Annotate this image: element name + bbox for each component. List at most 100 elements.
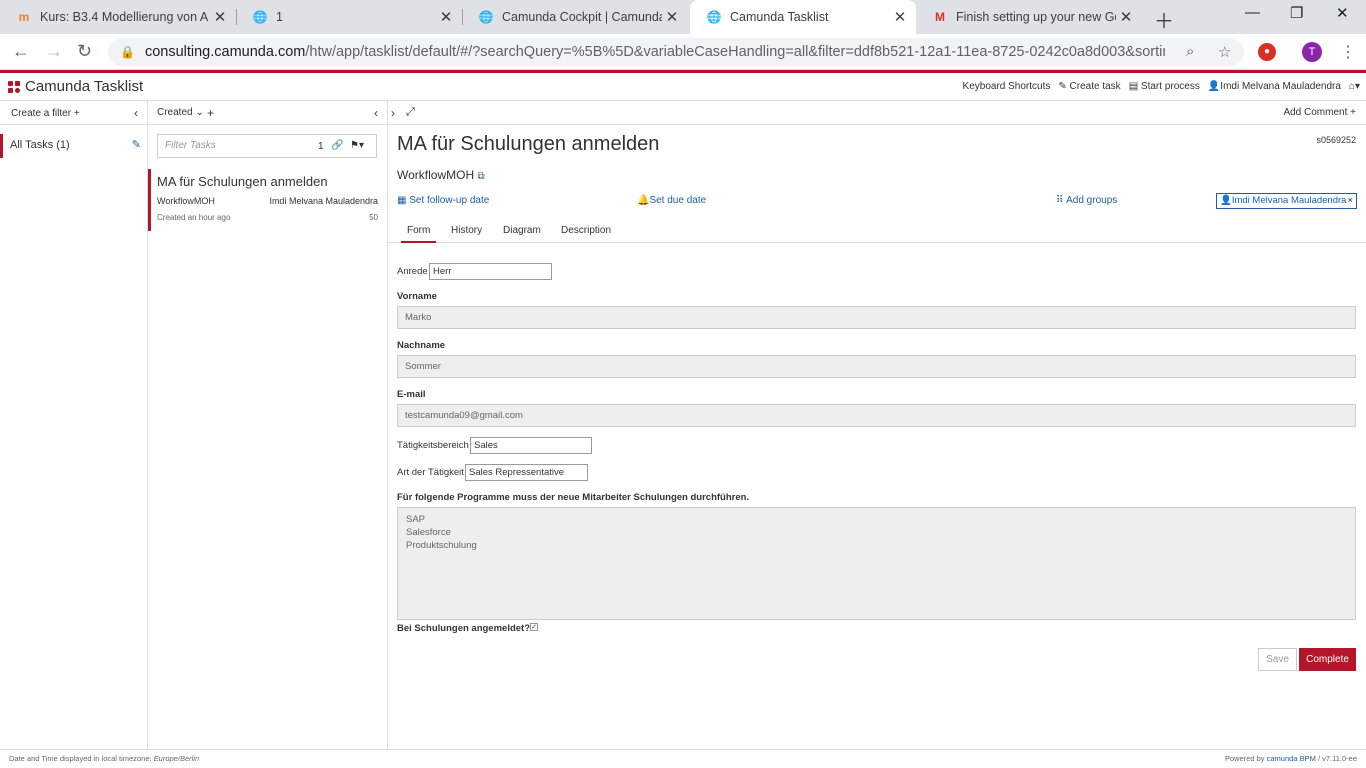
edit-pencil-icon[interactable]: ✎ bbox=[132, 134, 141, 156]
task-name: MA für Schulungen anmelden bbox=[157, 174, 328, 189]
task-list-item[interactable]: MA für Schulungen anmelden WorkflowMOH I… bbox=[148, 169, 386, 231]
assignee-badge[interactable]: 👤Imdi Melvana Mauladendra × bbox=[1216, 193, 1357, 209]
browser-tab-cockpit[interactable]: 🌐 Camunda Cockpit | Camunda C ✕ bbox=[462, 0, 688, 34]
close-icon[interactable]: ✕ bbox=[890, 8, 910, 26]
filter-tasks-input[interactable]: Filter Tasks 1 🔗 ⚑▾ bbox=[157, 134, 377, 158]
task-assignee: Imdi Melvana Mauladendra bbox=[269, 196, 378, 206]
version-text: / v7.11.0-ee bbox=[1317, 754, 1357, 763]
extension-icon[interactable]: ● bbox=[1258, 43, 1276, 61]
complete-button[interactable]: Complete bbox=[1299, 648, 1356, 671]
close-icon[interactable]: ✕ bbox=[1116, 8, 1136, 26]
browser-tab-moodle[interactable]: m Kurs: B3.4 Modellierung von A ✕ bbox=[0, 0, 236, 34]
anrede-label: Anrede bbox=[397, 266, 428, 277]
sort-dropdown[interactable]: Created ⌄ bbox=[157, 107, 204, 118]
start-process-link[interactable]: ▤ Start process bbox=[1129, 81, 1200, 92]
filter-item-all-tasks[interactable]: All Tasks (1) ✎ bbox=[0, 134, 147, 158]
filter-options-icon[interactable]: ⚑▾ bbox=[350, 140, 364, 151]
tab-title: Kurs: B3.4 Modellierung von A bbox=[40, 10, 209, 24]
back-icon[interactable]: ← bbox=[12, 41, 30, 62]
create-task-link[interactable]: ✎ Create task bbox=[1058, 81, 1120, 92]
filters-panel: Create a filter + ‹ All Tasks (1) ✎ bbox=[0, 101, 148, 749]
globe-icon: 🌐 bbox=[706, 10, 722, 24]
start-process-label: Start process bbox=[1140, 81, 1200, 92]
add-groups-button[interactable]: ⠿ Add groups bbox=[1056, 195, 1117, 206]
filters-header: Create a filter + ‹ bbox=[0, 101, 147, 125]
profile-avatar[interactable]: T bbox=[1302, 42, 1322, 62]
task-process: WorkflowMOH bbox=[157, 196, 215, 206]
link-icon[interactable]: 🔗 bbox=[331, 140, 343, 151]
browser-tab-1[interactable]: 🌐 1 ✕ bbox=[236, 0, 462, 34]
collapse-left-icon[interactable]: ‹ bbox=[134, 106, 138, 120]
list-icon: ▤ bbox=[1128, 81, 1141, 92]
tab-history[interactable]: History bbox=[451, 225, 482, 236]
url-bar[interactable]: 🔒 consulting.camunda.com/htw/app/tasklis… bbox=[108, 38, 1244, 66]
create-filter-link[interactable]: Create a filter + bbox=[11, 108, 80, 119]
art-label: Art der Tätigkeit bbox=[397, 467, 464, 478]
browser-tab-tasklist[interactable]: 🌐 Camunda Tasklist ✕ bbox=[690, 0, 916, 34]
set-due-date-button[interactable]: 🔔Set due date bbox=[637, 195, 706, 206]
user-name: Imdi Melvana Mauladendra bbox=[1220, 81, 1341, 92]
timezone-note: Date and Time displayed in local timezon… bbox=[9, 754, 199, 763]
paperclip-icon: ✎ bbox=[1058, 81, 1070, 92]
email-label: E-mail bbox=[397, 389, 426, 400]
program-line: Salesforce bbox=[406, 527, 451, 538]
browser-tab-gmail[interactable]: M Finish setting up your new Goo ✕ bbox=[916, 0, 1142, 34]
reload-icon[interactable]: ↻ bbox=[77, 41, 92, 62]
anrede-input[interactable]: Herr bbox=[429, 263, 552, 280]
nachname-field[interactable]: Sommer bbox=[397, 355, 1356, 378]
art-input[interactable]: Sales Repressentative bbox=[465, 464, 588, 481]
expand-right-icon[interactable]: › bbox=[391, 106, 395, 120]
filter-label: All Tasks (1) bbox=[10, 139, 70, 151]
assignee-name: Imdi Melvana Mauladendra bbox=[1231, 195, 1347, 206]
process-name: WorkflowMOH bbox=[397, 168, 475, 182]
process-link[interactable]: WorkflowMOH ⧉ bbox=[397, 168, 485, 182]
collapse-left-icon[interactable]: ‹ bbox=[374, 106, 378, 120]
zoom-icon[interactable]: ⌕ bbox=[1186, 43, 1194, 60]
restore-icon[interactable]: ❐ bbox=[1290, 4, 1303, 22]
home-menu[interactable]: ⌂▾ bbox=[1349, 81, 1360, 92]
set-follow-up-button[interactable]: ▦ Set follow-up date bbox=[397, 195, 489, 206]
add-sorting-icon[interactable]: + bbox=[207, 106, 214, 120]
bereich-label: Tätigkeitsbereich bbox=[397, 440, 469, 451]
tab-diagram[interactable]: Diagram bbox=[503, 225, 541, 236]
task-priority: 50 bbox=[369, 213, 378, 222]
detail-tabs: Form History Diagram Description bbox=[388, 221, 1366, 243]
keyboard-shortcuts-link[interactable]: Keyboard Shortcuts bbox=[963, 81, 1051, 92]
tab-title: Camunda Cockpit | Camunda C bbox=[502, 10, 662, 24]
bell-icon: 🔔 bbox=[637, 195, 650, 206]
camunda-bpm-link[interactable]: camunda BPM bbox=[1267, 754, 1316, 763]
bereich-input[interactable]: Sales bbox=[470, 437, 592, 454]
powered-by: Powered by camunda BPM / v7.11.0-ee bbox=[1225, 754, 1357, 763]
user-menu[interactable]: 👤Imdi Melvana Mauladendra bbox=[1208, 81, 1341, 92]
vorname-field[interactable]: Marko bbox=[397, 306, 1356, 329]
due-date-label: Set due date bbox=[649, 195, 707, 206]
browser-tab-bar: m Kurs: B3.4 Modellierung von A ✕ 🌐 1 ✕ … bbox=[0, 0, 1366, 34]
app-title[interactable]: Camunda Tasklist bbox=[25, 78, 143, 95]
create-task-label: Create task bbox=[1069, 81, 1121, 92]
email-field[interactable]: testcamunda09@gmail.com bbox=[397, 404, 1356, 427]
add-comment-link[interactable]: Add Comment + bbox=[1283, 107, 1356, 118]
fullscreen-icon[interactable]: ⤢ bbox=[406, 106, 415, 119]
globe-icon: 🌐 bbox=[478, 10, 494, 24]
close-icon[interactable]: ✕ bbox=[436, 8, 456, 26]
close-window-icon[interactable]: ✕ bbox=[1336, 4, 1349, 22]
minimize-icon[interactable]: — bbox=[1245, 4, 1260, 21]
bookmark-star-icon[interactable]: ☆ bbox=[1218, 43, 1231, 61]
gmail-icon: M bbox=[935, 10, 945, 24]
camunda-logo-icon bbox=[8, 81, 21, 94]
schulungen-checkbox[interactable]: ✓ bbox=[530, 623, 538, 631]
new-tab-icon[interactable]: ＋ bbox=[1154, 5, 1174, 34]
forward-icon[interactable]: → bbox=[45, 41, 63, 62]
remove-assignee-icon[interactable]: × bbox=[1347, 195, 1353, 206]
close-icon[interactable]: ✕ bbox=[210, 8, 230, 26]
tab-description[interactable]: Description bbox=[561, 225, 611, 236]
save-button[interactable]: Save bbox=[1258, 648, 1297, 671]
calendar-icon: ▦ bbox=[397, 195, 410, 206]
close-icon[interactable]: ✕ bbox=[662, 8, 682, 26]
plus-icon: + bbox=[73, 108, 80, 119]
url-text[interactable]: consulting.camunda.com/htw/app/tasklist/… bbox=[145, 44, 1165, 60]
filter-count: 1 bbox=[318, 141, 324, 152]
programs-textarea[interactable]: SAP Salesforce Produktschulung bbox=[397, 507, 1356, 620]
tab-form[interactable]: Form bbox=[401, 225, 437, 243]
browser-menu-icon[interactable]: ⋮ bbox=[1340, 42, 1356, 62]
